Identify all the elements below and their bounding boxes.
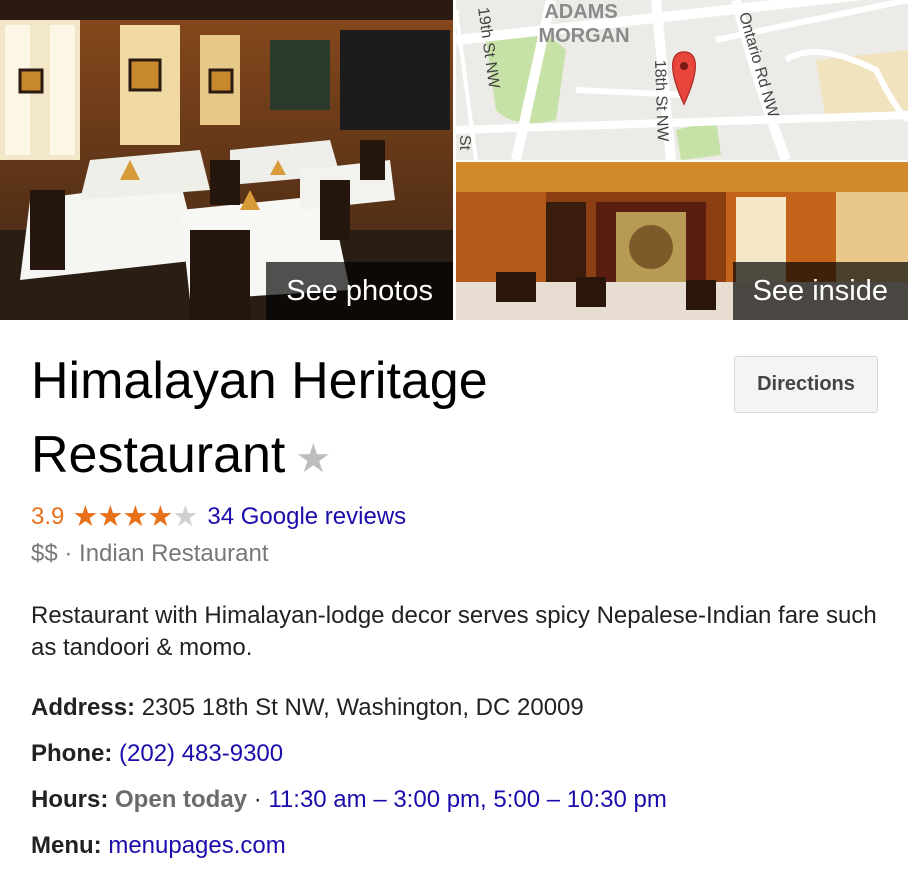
hours-separator: · bbox=[247, 786, 269, 813]
map-street-label-partial: St bbox=[456, 135, 473, 151]
hours-dropdown[interactable]: 11:30 am – 3:00 pm, 5:00 – 10:30 pm bbox=[268, 786, 666, 813]
rating-stars-filled: ★★★★ bbox=[72, 500, 173, 533]
address-row: Address: 2305 18th St NW, Washington, DC… bbox=[31, 694, 584, 722]
map-image: ADAMS MORGAN 19th St NW 18th St NW Ontar… bbox=[456, 0, 908, 160]
rating-value: 3.9 bbox=[31, 503, 65, 530]
menu-row: Menu: menupages.com bbox=[31, 832, 286, 860]
rating-stars-icon: ★★★★★ bbox=[72, 500, 198, 533]
map-street-label-18th: 18th St NW bbox=[651, 60, 671, 143]
inside-photo[interactable]: See inside bbox=[456, 162, 908, 320]
menu-link[interactable]: menupages.com bbox=[108, 832, 285, 859]
hours-status: Open today bbox=[115, 786, 248, 813]
phone-link[interactable]: (202) 483-9300 bbox=[119, 740, 283, 767]
restaurant-photo[interactable]: See photos bbox=[0, 0, 453, 320]
phone-row: Phone: (202) 483-9300 bbox=[31, 740, 283, 768]
menu-label: Menu: bbox=[31, 832, 102, 859]
save-star-icon[interactable]: ★ bbox=[295, 437, 331, 481]
hours-label: Hours: bbox=[31, 786, 109, 813]
hours-row: Hours: Open today · 11:30 am – 3:00 pm, … bbox=[31, 786, 667, 814]
map-neighborhood-label: ADAMS bbox=[544, 1, 617, 23]
see-photos-button[interactable]: See photos bbox=[266, 262, 453, 320]
see-inside-button[interactable]: See inside bbox=[732, 262, 908, 320]
directions-button[interactable]: Directions bbox=[734, 356, 878, 413]
address-label: Address: bbox=[31, 694, 136, 721]
phone-label: Phone: bbox=[31, 740, 113, 767]
place-name: Himalayan Heritage Restaurant bbox=[31, 352, 488, 484]
rating-row: 3.9 ★★★★★ 34 Google reviews bbox=[31, 500, 406, 534]
price-category: $$ · Indian Restaurant bbox=[31, 540, 269, 567]
place-description: Restaurant with Himalayan-lodge decor se… bbox=[31, 602, 877, 661]
map-neighborhood-label-2: MORGAN bbox=[538, 25, 629, 47]
map-thumbnail[interactable]: ADAMS MORGAN 19th St NW 18th St NW Ontar… bbox=[456, 0, 908, 160]
rating-stars-empty: ★ bbox=[172, 500, 198, 533]
place-title: Himalayan Heritage Restaurant ★ bbox=[31, 344, 671, 496]
address-value: 2305 18th St NW, Washington, DC 20009 bbox=[141, 694, 584, 721]
reviews-link[interactable]: 34 Google reviews bbox=[207, 503, 406, 531]
